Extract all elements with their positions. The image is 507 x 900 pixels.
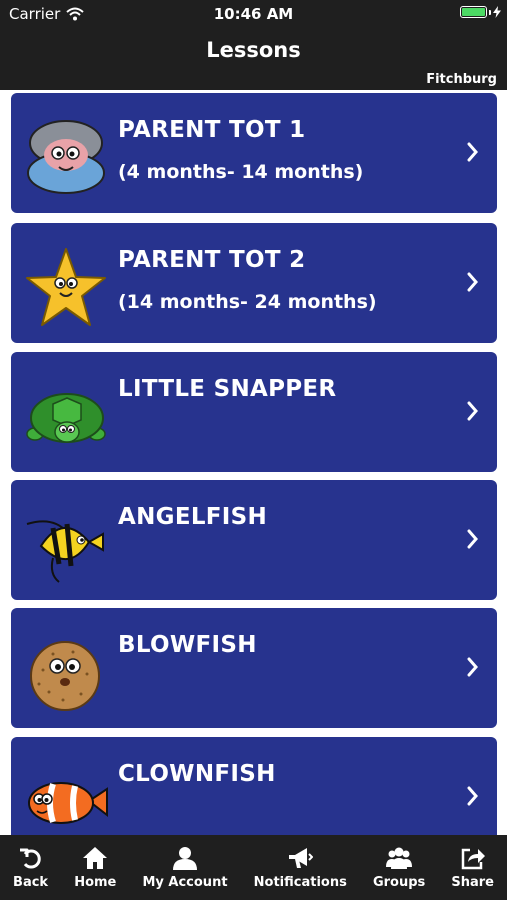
lesson-card-parent-tot-2[interactable]: PARENT TOT 2 (14 months- 24 months) — [11, 223, 497, 343]
chevron-right-icon — [467, 786, 478, 806]
megaphone-icon — [289, 848, 314, 868]
nav-bar: Lessons Fitchburg — [0, 28, 507, 90]
blowfish-icon — [30, 641, 100, 711]
clam-icon — [27, 120, 105, 194]
tab-my-account[interactable]: My Account — [129, 835, 240, 900]
lesson-subtitle: (14 months- 24 months) — [118, 291, 377, 313]
chevron-right-icon — [467, 142, 478, 162]
groups-icon — [386, 847, 413, 869]
lesson-card-angelfish[interactable]: ANGELFISH — [11, 480, 497, 600]
clock: 10:46 AM — [213, 5, 294, 23]
tab-label: Back — [13, 875, 49, 890]
tab-label: Notifications — [253, 875, 347, 890]
lesson-title: CLOWNFISH — [118, 761, 276, 787]
angelfish-icon — [26, 520, 104, 583]
tab-bar: Back Home My Account Notifications Group… — [0, 835, 507, 900]
tab-label: Home — [74, 875, 117, 890]
starfish-icon — [26, 248, 106, 326]
battery-icon — [460, 6, 501, 18]
home-icon — [83, 847, 108, 869]
chevron-right-icon — [467, 401, 478, 421]
lesson-title: PARENT TOT 1 — [118, 117, 306, 143]
lesson-title: LITTLE SNAPPER — [118, 376, 337, 402]
tab-label: Groups — [372, 875, 426, 890]
page-title: Lessons — [206, 38, 301, 62]
chevron-right-icon — [467, 657, 478, 677]
tab-groups[interactable]: Groups — [360, 835, 438, 900]
share-icon — [461, 848, 485, 870]
lesson-card-blowfish[interactable]: BLOWFISH — [11, 608, 497, 728]
tab-share[interactable]: Share — [438, 835, 507, 900]
tab-label: Share — [451, 875, 494, 890]
lesson-subtitle: (4 months- 14 months) — [118, 161, 364, 183]
tab-home[interactable]: Home — [61, 835, 129, 900]
lesson-card-clownfish[interactable]: CLOWNFISH — [11, 737, 497, 835]
lesson-card-little-snapper[interactable]: LITTLE SNAPPER — [11, 352, 497, 472]
back-icon — [19, 848, 41, 869]
location-label: Fitchburg — [426, 72, 497, 87]
lesson-list[interactable]: PARENT TOT 1 (4 months- 14 months) PAREN… — [0, 90, 507, 835]
chevron-right-icon — [467, 529, 478, 549]
lesson-title: ANGELFISH — [118, 504, 268, 530]
tab-label: My Account — [142, 875, 228, 890]
tab-back[interactable]: Back — [0, 835, 61, 900]
chevron-right-icon — [467, 272, 478, 292]
tab-notifications[interactable]: Notifications — [241, 835, 360, 900]
user-icon — [173, 847, 197, 870]
clownfish-icon — [28, 782, 108, 824]
lesson-title: BLOWFISH — [118, 632, 257, 658]
status-bar: Carrier 10:46 AM — [0, 0, 507, 28]
lesson-title: PARENT TOT 2 — [118, 247, 306, 273]
lesson-card-parent-tot-1[interactable]: PARENT TOT 1 (4 months- 14 months) — [11, 93, 497, 213]
turtle-icon — [26, 393, 106, 443]
charging-bolt-icon — [493, 6, 501, 18]
